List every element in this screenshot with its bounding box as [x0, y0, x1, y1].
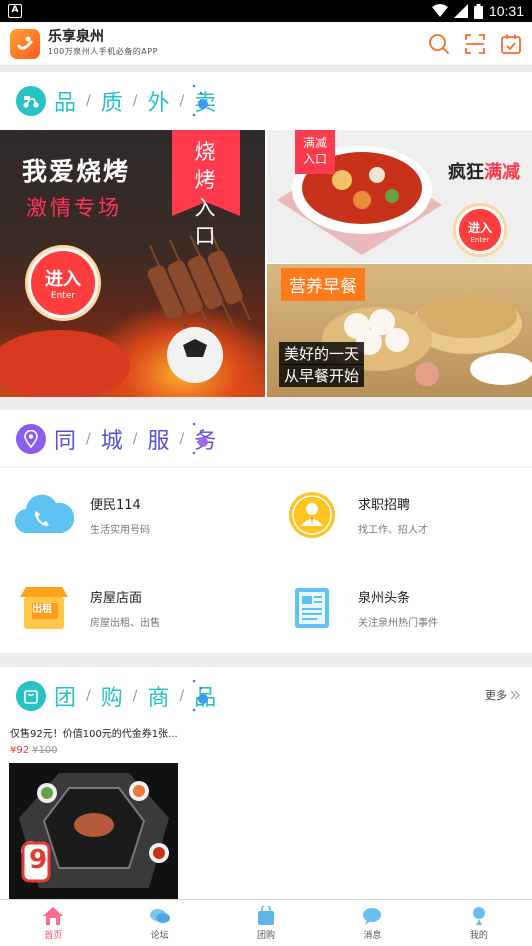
section-title-group: 团/ 购/ 商/ 品 更多: [0, 667, 532, 725]
app-name: 乐享泉州: [48, 29, 104, 45]
bbq-banner[interactable]: 我爱烧烤 激情专场 烧烤入口 进入 Enter: [0, 130, 265, 397]
title-char: 外: [147, 91, 174, 116]
profile-icon: [468, 906, 490, 926]
service-housing[interactable]: 出租 房屋店面 房屋出租、出售: [14, 578, 160, 638]
status-bar: A 10:31: [0, 0, 532, 22]
section-title-food: 品/ 质/ 外/ 卖: [0, 72, 532, 130]
tab-profile[interactable]: 我的: [426, 900, 532, 946]
phone-cloud-icon: [14, 485, 74, 545]
product-price: ¥92 ¥100: [10, 745, 58, 756]
service-news[interactable]: 泉州头条 关注泉州热门事件: [282, 578, 438, 638]
clock: 10:31: [488, 3, 524, 19]
more-link[interactable]: 更多: [485, 687, 520, 703]
wifi-icon: [431, 4, 448, 17]
message-icon: [361, 906, 383, 926]
tab-home[interactable]: 首页: [0, 900, 106, 946]
search-icon[interactable]: [428, 33, 450, 55]
tab-group-buy[interactable]: 团购: [213, 900, 319, 946]
house-rent-icon: 出租: [14, 578, 74, 638]
discount-headline: 疯狂满减: [448, 162, 520, 183]
app-slogan: 100万泉州人手机必备的APP: [48, 47, 158, 56]
service-phone-114[interactable]: 便民114 生活实用号码: [14, 485, 150, 545]
product-image[interactable]: 9: [9, 763, 178, 899]
title-char: 城: [100, 428, 127, 454]
bbq-subline: 激情专场: [26, 196, 122, 220]
discount-banner[interactable]: 满减入口 疯狂满减 进入 Enter: [267, 130, 532, 263]
home-icon: [42, 906, 64, 926]
section-title-city: 同/ 城/ 服/ 务: [0, 410, 532, 468]
notification-icon: A: [8, 4, 22, 18]
decorative-dots: [192, 679, 208, 712]
app-header: 乐享泉州 100万泉州人手机必备的APP: [0, 22, 532, 66]
title-char: 团: [54, 686, 81, 711]
title-char: 同: [54, 428, 81, 454]
news-icon: [282, 578, 342, 638]
shopping-bag-icon: [16, 681, 46, 711]
bottom-tab-bar: 首页 论坛 团购 消息 我的: [0, 899, 532, 946]
job-person-icon: [282, 485, 342, 545]
chevron-right-icon: [510, 690, 520, 700]
signal-icon: [453, 4, 468, 18]
group-buy-section: 团/ 购/ 商/ 品 更多 仅售92元！价值100元的代金券1张... ¥92¥…: [0, 667, 532, 899]
title-char: 品: [54, 91, 81, 116]
checkin-icon[interactable]: [500, 33, 522, 55]
title-char: 质: [100, 91, 127, 116]
app-logo: [10, 28, 40, 59]
bbq-headline: 我爱烧烤: [22, 157, 131, 186]
tab-messages[interactable]: 消息: [319, 900, 425, 946]
location-icon: [16, 423, 46, 454]
discount-entry-tag: 满减入口: [295, 130, 335, 174]
scooter-icon: [16, 86, 46, 116]
product-badge-number: 9: [29, 845, 48, 875]
battery-icon: [473, 3, 483, 19]
discount-enter-button[interactable]: 进入 Enter: [456, 206, 504, 254]
group-buy-icon: [255, 905, 277, 926]
bbq-entry-tag: 烧烤入口: [172, 130, 240, 248]
breakfast-line2: 从早餐开始: [279, 364, 365, 387]
title-char: 购: [100, 686, 127, 711]
scan-icon[interactable]: [464, 33, 486, 55]
title-char: 商: [147, 686, 174, 711]
breakfast-line1: 美好的一天: [279, 342, 365, 365]
title-char: 服: [147, 428, 174, 454]
tab-forum[interactable]: 论坛: [106, 900, 212, 946]
service-jobs[interactable]: 求职招聘 找工作、招人才: [282, 485, 428, 545]
breakfast-banner[interactable]: 营养早餐 美好的一天 从早餐开始: [267, 264, 532, 397]
decorative-dots: [192, 84, 208, 117]
city-services-section: 同/ 城/ 服/ 务 便民114 生活实用号码 求职招聘 找工作、招人才 出租: [0, 410, 532, 653]
bbq-enter-button[interactable]: 进入 Enter: [28, 248, 98, 318]
original-price: ¥100: [32, 745, 58, 756]
decorative-dots: [192, 422, 208, 455]
product-title[interactable]: 仅售92元！价值100元的代金券1张...: [10, 725, 178, 740]
breakfast-tag: 营养早餐: [281, 268, 365, 301]
forum-icon: [149, 906, 171, 926]
